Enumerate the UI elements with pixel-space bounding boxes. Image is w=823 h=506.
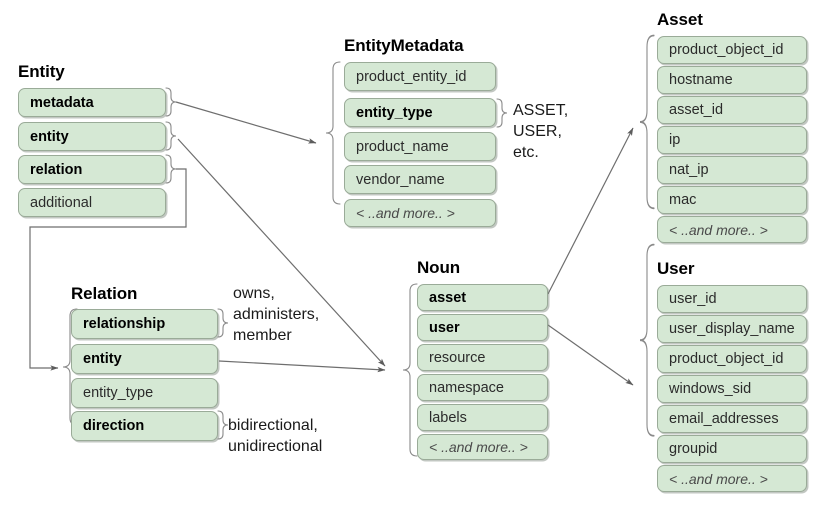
group-title-user: User <box>657 259 695 278</box>
field-asset-mac[interactable]: mac <box>657 186 807 214</box>
field-relation-relationship[interactable]: relationship <box>71 309 218 339</box>
field-noun-user[interactable]: user <box>417 314 548 341</box>
field-entity-metadata[interactable]: metadata <box>18 88 166 117</box>
field-entitymetadata-entity-type[interactable]: entity_type <box>344 98 496 127</box>
field-entity-additional[interactable]: additional <box>18 188 166 217</box>
field-user-windows-sid[interactable]: windows_sid <box>657 375 807 403</box>
field-relation-entity-type[interactable]: entity_type <box>71 378 218 408</box>
field-user-email-addresses[interactable]: email_addresses <box>657 405 807 433</box>
edge-noun-user-to-user <box>547 324 634 386</box>
field-entitymetadata-and-more[interactable]: < ..and more.. > <box>344 199 496 227</box>
group-title-asset: Asset <box>657 10 703 29</box>
note-direction-values: bidirectional, unidirectional <box>228 417 323 455</box>
field-user-product-object-id[interactable]: product_object_id <box>657 345 807 373</box>
entity-row-braces <box>165 87 177 184</box>
group-title-relation: Relation <box>71 284 138 303</box>
field-asset-asset-id[interactable]: asset_id <box>657 96 807 124</box>
field-entity-relation[interactable]: relation <box>18 155 166 184</box>
field-noun-and-more[interactable]: < ..and more.. > <box>417 434 548 460</box>
field-entity-entity[interactable]: entity <box>18 122 166 151</box>
field-asset-hostname[interactable]: hostname <box>657 66 807 94</box>
relation-row-braces <box>217 308 229 440</box>
entity-type-row-brace <box>496 98 508 128</box>
field-asset-nat-ip[interactable]: nat_ip <box>657 156 807 184</box>
field-entitymetadata-product-entity-id[interactable]: product_entity_id <box>344 62 496 91</box>
field-entitymetadata-product-name[interactable]: product_name <box>344 132 496 161</box>
field-relation-entity[interactable]: entity <box>71 344 218 374</box>
field-noun-namespace[interactable]: namespace <box>417 374 548 401</box>
field-asset-ip[interactable]: ip <box>657 126 807 154</box>
note-relationship-values: owns, administers, member <box>233 285 320 344</box>
field-entitymetadata-vendor-name[interactable]: vendor_name <box>344 165 496 194</box>
noun-brace <box>402 283 418 457</box>
edge-relation-entity-to-noun <box>218 360 386 373</box>
note-entity-type-values: ASSET, USER, etc. <box>513 102 569 161</box>
field-noun-labels[interactable]: labels <box>417 404 548 431</box>
field-noun-asset[interactable]: asset <box>417 284 548 311</box>
asset-brace <box>639 34 655 210</box>
field-user-and-more[interactable]: < ..and more.. > <box>657 465 807 492</box>
field-asset-product-object-id[interactable]: product_object_id <box>657 36 807 64</box>
field-noun-resource[interactable]: resource <box>417 344 548 371</box>
field-user-user-display-name[interactable]: user_display_name <box>657 315 807 343</box>
field-user-user-id[interactable]: user_id <box>657 285 807 313</box>
diagram-canvas: Entity metadata entity relation addition… <box>0 0 823 506</box>
field-user-groupid[interactable]: groupid <box>657 435 807 463</box>
group-title-entity: Entity <box>18 62 65 81</box>
entity-metadata-brace <box>325 61 341 205</box>
user-brace <box>639 243 655 437</box>
group-title-noun: Noun <box>417 258 461 277</box>
group-title-entity-metadata: EntityMetadata <box>344 36 464 55</box>
edge-metadata-to-entitymetadata <box>175 101 317 144</box>
field-asset-and-more[interactable]: < ..and more.. > <box>657 216 807 243</box>
field-relation-direction[interactable]: direction <box>71 411 218 441</box>
